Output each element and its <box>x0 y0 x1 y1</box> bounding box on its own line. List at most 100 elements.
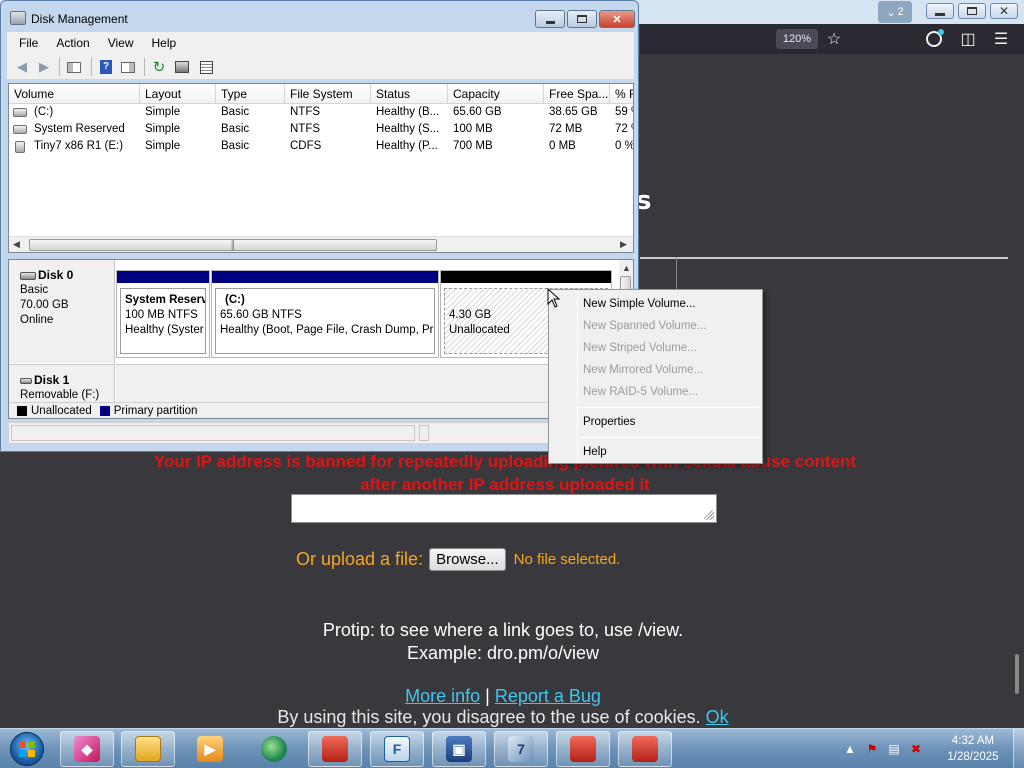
menu-new-spanned-volume[interactable]: New Spanned Volume... <box>551 315 760 337</box>
taskbar-browser[interactable] <box>247 731 301 767</box>
tab-count-label: 2 <box>897 6 904 18</box>
partition-status: Healthy (Syster <box>125 324 204 336</box>
cell-volume: (C:) <box>34 106 54 118</box>
column-header-status[interactable]: Status <box>371 84 448 104</box>
show-hidden-icons-icon[interactable]: ▲ <box>842 741 858 757</box>
scroll-up-icon[interactable]: ▲ <box>622 263 631 273</box>
partition-status: Healthy (Boot, Page File, Crash Dump, Pr <box>220 324 434 336</box>
tab-list-button[interactable]: ⌄ 2 <box>878 1 912 23</box>
partition-system-reserved[interactable]: System Reserv 100 MB NTFS Healthy (Syste… <box>116 270 210 358</box>
column-header-percent-free[interactable]: % F <box>610 84 633 104</box>
volume-muted-icon[interactable]: ✖ <box>908 741 924 757</box>
disk0-type: Basic <box>20 284 49 296</box>
forward-arrow-icon[interactable]: ▶ <box>35 58 53 76</box>
partition-size: 65.60 GB NTFS <box>220 309 302 321</box>
network-icon[interactable]: ▤ <box>886 741 902 757</box>
removable-disk-icon <box>20 377 32 384</box>
close-button[interactable]: ✕ <box>599 10 635 28</box>
bookmark-star-icon[interactable]: ☆ <box>823 28 845 50</box>
protip-line: Protip: to see where a link goes to, use… <box>322 620 684 640</box>
cell-status: Healthy (B... <box>376 106 440 118</box>
hamburger-menu-icon[interactable]: ☰ <box>990 28 1012 50</box>
cube-icon: ▣ <box>446 736 472 762</box>
menu-new-striped-volume[interactable]: New Striped Volume... <box>551 337 760 359</box>
zoom-level-button[interactable]: 120% <box>776 29 818 49</box>
minimize-button[interactable] <box>535 10 565 28</box>
hard-drive-icon <box>13 108 27 117</box>
menu-view[interactable]: View <box>102 36 140 50</box>
taskbar-virtualbox[interactable]: ▣ <box>432 731 486 767</box>
taskbar-toolbox-3[interactable] <box>618 731 672 767</box>
browser-minimize-button[interactable] <box>926 3 954 19</box>
context-menu: New Simple Volume... New Spanned Volume.… <box>548 289 763 464</box>
disk-management-app-icon <box>10 11 26 25</box>
disk1-label[interactable]: Disk 1 Removable (F:) <box>9 364 115 402</box>
back-arrow-icon[interactable]: ◀ <box>13 58 31 76</box>
menu-help[interactable]: Help <box>551 441 760 463</box>
account-icon[interactable] <box>923 28 945 50</box>
extensions-icon[interactable]: ◫ <box>957 28 979 50</box>
partition-size: 100 MB NTFS <box>125 309 198 321</box>
menu-new-simple-volume[interactable]: New Simple Volume... <box>551 293 760 315</box>
disk0-label[interactable]: Disk 0 Basic 70.00 GB Online <box>9 260 115 363</box>
taskbar-explorer[interactable] <box>121 731 175 767</box>
clock[interactable]: 4:32 AM 1/28/2025 <box>938 733 1008 765</box>
browser-toolbar: 120% ☆ ◫ ☰ <box>640 24 1024 54</box>
menu-properties[interactable]: Properties <box>551 411 760 433</box>
menu-bar: File Action View Help <box>7 32 634 54</box>
taskbar-app-blue[interactable]: F <box>370 731 424 767</box>
taskbar-toolbox-1[interactable] <box>308 731 362 767</box>
taskbar-app-pink-box[interactable]: ◆ <box>60 731 114 767</box>
more-info-link[interactable]: More info <box>405 686 480 706</box>
column-header-capacity[interactable]: Capacity <box>448 84 544 104</box>
table-row[interactable]: System Reserved Simple Basic NTFS Health… <box>9 121 633 138</box>
taskbar-toolbox-2[interactable] <box>556 731 610 767</box>
toolbar-separator <box>91 58 92 76</box>
cd-drive-icon <box>15 141 25 153</box>
show-action-pane-icon[interactable] <box>119 58 137 76</box>
menu-new-mirrored-volume[interactable]: New Mirrored Volume... <box>551 359 760 381</box>
scroll-left-icon[interactable]: ◀ <box>13 239 20 250</box>
help-book-icon[interactable]: ? <box>97 58 115 76</box>
restore-button[interactable] <box>567 10 597 28</box>
browse-button[interactable]: Browse... <box>429 548 506 571</box>
show-hide-console-tree-icon[interactable] <box>65 58 83 76</box>
disk-management-titlebar[interactable]: Disk Management ✕ <box>1 1 638 31</box>
volume-list-hscrollbar[interactable]: ◀ ║ ▶ <box>9 236 633 252</box>
upload-text-area[interactable] <box>291 494 717 523</box>
browser-close-button[interactable]: ✕ <box>990 3 1018 19</box>
action-center-icon[interactable]: ⚑ <box>864 741 880 757</box>
menu-file[interactable]: File <box>13 36 44 50</box>
column-header-file-system[interactable]: File System <box>285 84 371 104</box>
scrollbar-thumb[interactable]: ║ <box>29 239 437 251</box>
menu-action[interactable]: Action <box>50 36 95 50</box>
taskbar-media-player[interactable]: ▶ <box>183 731 237 767</box>
cookie-ok-link[interactable]: Ok <box>706 707 729 727</box>
report-bug-link[interactable]: Report a Bug <box>495 686 601 706</box>
browser-restore-button[interactable] <box>958 3 986 19</box>
rescan-disks-icon[interactable] <box>173 58 191 76</box>
scroll-right-icon[interactable]: ▶ <box>620 239 627 250</box>
partition-c-drive[interactable]: (C:) 65.60 GB NTFS Healthy (Boot, Page F… <box>211 270 439 358</box>
disk1-type: Removable (F:) <box>20 389 100 401</box>
status-segment <box>11 425 415 441</box>
page-scrollbar[interactable] <box>1013 54 1021 728</box>
column-header-type[interactable]: Type <box>216 84 285 104</box>
show-desktop-button[interactable] <box>1013 729 1024 768</box>
unallocated-swatch <box>17 405 27 416</box>
table-row[interactable]: Tiny7 x86 R1 (E:) Simple Basic CDFS Heal… <box>9 138 633 155</box>
column-header-volume[interactable]: Volume <box>9 84 140 104</box>
cell-free-space: 38.65 GB <box>549 106 598 118</box>
menu-new-raid5-volume[interactable]: New RAID-5 Volume... <box>551 381 760 403</box>
resize-grip-icon[interactable] <box>704 510 714 520</box>
refresh-icon[interactable]: ↻ <box>150 58 168 76</box>
start-button[interactable] <box>3 731 51 767</box>
cell-status: Healthy (S... <box>376 123 440 135</box>
taskbar-tiny7[interactable]: 7 <box>494 731 548 767</box>
column-header-free-space[interactable]: Free Spa... <box>544 84 610 104</box>
menu-help[interactable]: Help <box>146 36 183 50</box>
menu-separator <box>579 437 759 438</box>
table-row[interactable]: (C:) Simple Basic NTFS Healthy (B... 65.… <box>9 104 633 121</box>
column-header-layout[interactable]: Layout <box>140 84 216 104</box>
properties-icon[interactable] <box>197 58 215 76</box>
